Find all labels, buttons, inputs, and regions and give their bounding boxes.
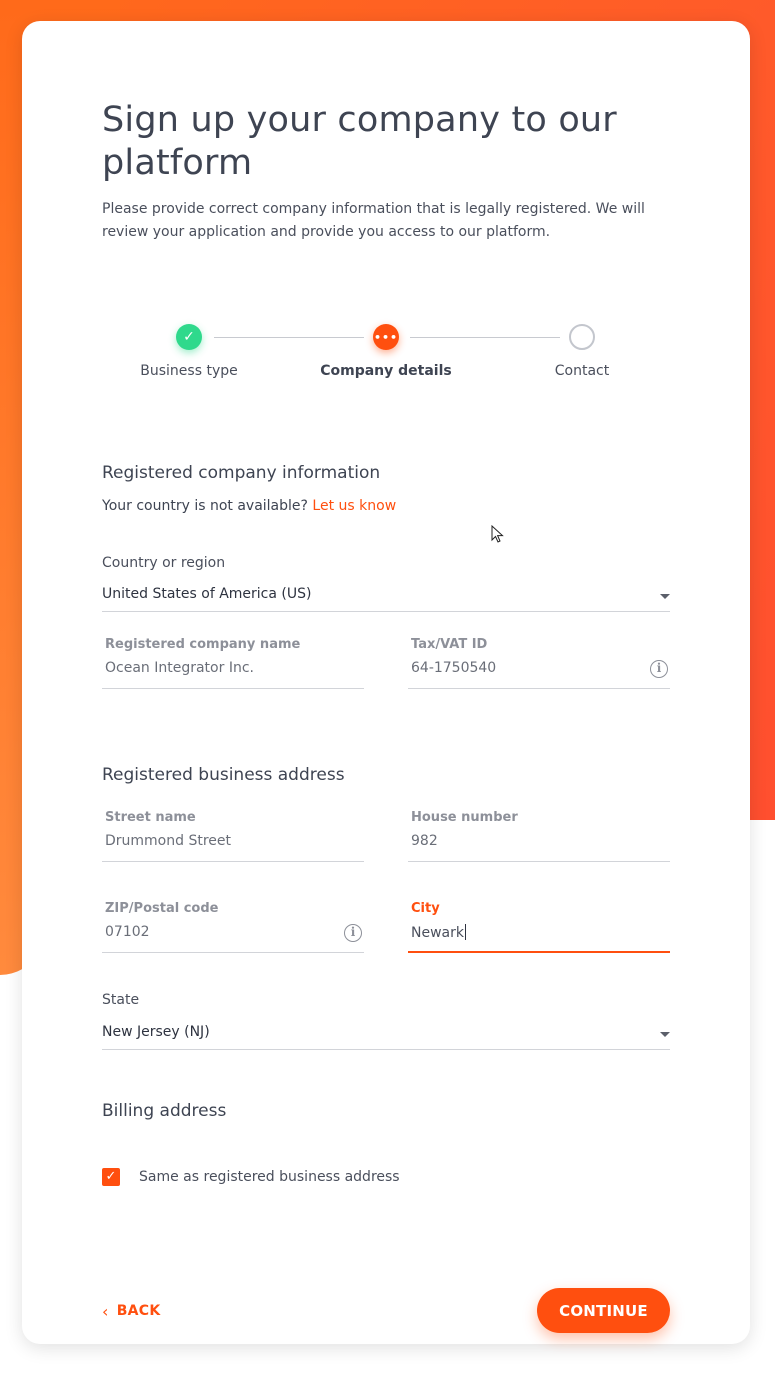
same-as-address-checkbox[interactable]: ✓ <box>102 1168 120 1186</box>
zip-code-label: ZIP/Postal code <box>105 901 219 916</box>
country-select[interactable]: United States of America (US) <box>102 578 670 612</box>
same-as-address-label[interactable]: Same as registered business address <box>139 1169 400 1185</box>
step-label-business-type: Business type <box>140 363 238 379</box>
company-name-value: Ocean Integrator Inc. <box>105 660 254 676</box>
step-company-details[interactable]: ••• <box>373 324 399 350</box>
tax-id-field[interactable]: Tax/VAT ID 64-1750540 i <box>408 631 670 689</box>
state-value: New Jersey (NJ) <box>102 1024 210 1040</box>
continue-button[interactable]: CONTINUE <box>537 1288 670 1333</box>
check-icon: ✓ <box>105 1169 117 1184</box>
check-icon: ✓ <box>183 329 195 345</box>
chevron-down-icon <box>660 594 670 599</box>
state-select[interactable]: New Jersey (NJ) <box>102 1016 670 1050</box>
info-icon[interactable]: i <box>344 924 362 942</box>
step-label-company-details: Company details <box>320 363 452 379</box>
street-name-value: Drummond Street <box>105 833 231 849</box>
page-title: Sign up your company to our platform <box>102 100 617 183</box>
chevron-down-icon <box>660 1032 670 1037</box>
back-label: BACK <box>116 1303 161 1319</box>
step-label-contact: Contact <box>554 363 610 379</box>
company-name-label: Registered company name <box>105 637 301 652</box>
mouse-pointer-icon <box>491 525 504 543</box>
step-contact[interactable] <box>569 324 595 350</box>
step-connector <box>214 337 364 338</box>
house-number-value: 982 <box>411 833 438 849</box>
more-dots-icon: ••• <box>373 330 399 344</box>
section-title-billing-address: Billing address <box>102 1101 227 1121</box>
step-connector <box>410 337 560 338</box>
page-subtitle: Please provide correct company informati… <box>102 201 645 240</box>
country-note-text: Your country is not available? <box>102 498 308 514</box>
chevron-left-icon: ‹ <box>102 1301 109 1321</box>
section-title-company-info: Registered company information <box>102 463 381 483</box>
house-number-field[interactable]: House number 982 <box>408 804 670 862</box>
city-field[interactable]: City Newark <box>408 895 670 953</box>
text-cursor <box>464 924 466 940</box>
city-value-wrap: Newark <box>411 924 466 941</box>
city-label: City <box>411 901 440 916</box>
let-us-know-link[interactable]: Let us know <box>312 498 396 514</box>
city-value: Newark <box>411 925 464 941</box>
country-note: Your country is not available? Let us kn… <box>102 498 396 514</box>
country-label: Country or region <box>102 555 226 571</box>
country-value: United States of America (US) <box>102 586 312 602</box>
company-name-field[interactable]: Registered company name Ocean Integrator… <box>102 631 364 689</box>
tax-id-label: Tax/VAT ID <box>411 637 488 652</box>
state-label: State <box>102 992 140 1008</box>
zip-code-value: 07102 <box>105 924 150 940</box>
street-name-field[interactable]: Street name Drummond Street <box>102 804 364 862</box>
zip-code-field[interactable]: ZIP/Postal code 07102 i <box>102 895 364 953</box>
street-name-label: Street name <box>105 810 196 825</box>
tax-id-value: 64-1750540 <box>411 660 497 676</box>
signup-card: Sign up your company to our platform Ple… <box>22 21 750 1344</box>
progress-stepper: ✓ Business type ••• Company details Cont… <box>102 311 670 391</box>
section-title-business-address: Registered business address <box>102 765 345 785</box>
step-business-type[interactable]: ✓ <box>176 324 202 350</box>
back-button[interactable]: ‹ BACK <box>102 1301 161 1321</box>
house-number-label: House number <box>411 810 518 825</box>
info-icon[interactable]: i <box>650 660 668 678</box>
